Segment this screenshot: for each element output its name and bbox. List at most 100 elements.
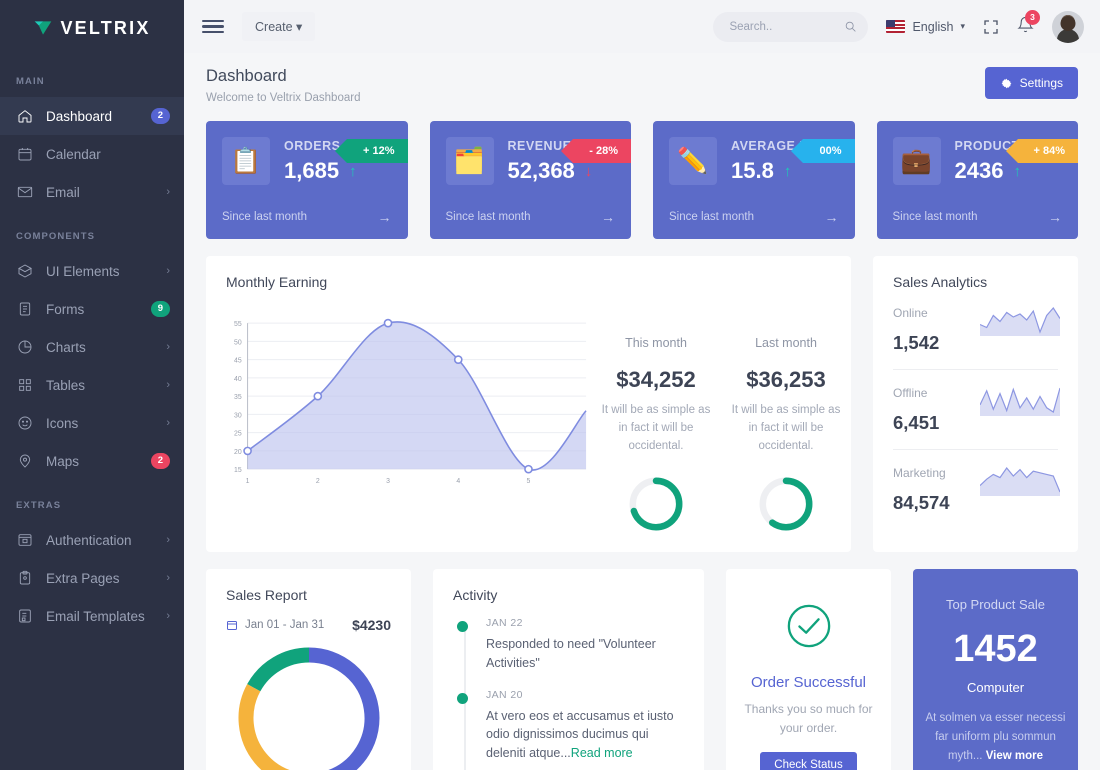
stat-badge: - 28% [561, 139, 631, 163]
fullscreen-icon[interactable] [983, 19, 999, 35]
chevron-right-icon: › [166, 417, 170, 429]
user-avatar[interactable] [1052, 10, 1084, 43]
sidebar-item-email-templates[interactable]: Email Templates › [0, 597, 184, 635]
top-product-number: 1452 [953, 628, 1038, 670]
calendar-icon [16, 146, 33, 163]
sidebar-item-icons[interactable]: Icons › [0, 404, 184, 442]
stat-card-product-sold[interactable]: + 84%💼PRODUCT SOLD2436↑Since last month→ [876, 121, 1078, 239]
sidebar-item-label: Extra Pages [46, 570, 120, 586]
chevron-right-icon: › [166, 341, 170, 353]
this-month-donut [629, 477, 683, 531]
box-icon [16, 263, 33, 280]
stat-footer-label: Since last month [222, 211, 308, 223]
chevron-right-icon: › [166, 265, 170, 277]
this-month-desc: It will be as simple as in fact it will … [601, 404, 711, 452]
sidebar: VELTRIX MAIN Dashboard 2 Calendar Email › COMP… [0, 0, 184, 770]
trend-up-icon: ↑ [1013, 162, 1021, 180]
sidebar-item-label: Authentication [46, 532, 132, 548]
read-more-link[interactable]: Read more [571, 746, 633, 760]
stat-badge-label: 00% [819, 145, 842, 157]
last-month-desc: It will be as simple as in fact it will … [731, 404, 841, 452]
sidebar-item-email[interactable]: Email › [0, 173, 184, 211]
stat-card-revenue[interactable]: - 28% 🗂️ REVENUE 52,368 ↓ Since last month → [429, 121, 631, 239]
monthly-earning-chart: 15 20 25 30 35 40 45 50 55 1 2 3 4 5 [206, 290, 591, 586]
pages-icon [16, 570, 33, 587]
activity-title: Activity [453, 587, 498, 603]
sales-report-title: Sales Report [226, 587, 307, 603]
orders-icon: 📋 [222, 137, 270, 185]
price-icon: ✏️ [669, 137, 717, 185]
sidebar-item-label: Icons [46, 415, 79, 431]
sidebar-item-badge: 2 [150, 108, 170, 124]
chevron-right-icon: › [166, 379, 170, 391]
notifications-button[interactable]: 3 [1017, 9, 1040, 39]
topbar-right: English ▾ 3 [713, 9, 1084, 43]
sidebar-item-tables[interactable]: Tables › [0, 366, 184, 404]
page-title: Dashboard [206, 67, 287, 85]
brand-logo[interactable]: VELTRIX [0, 0, 184, 56]
last-month-column: Last month $36,253 It will be as simple … [721, 336, 851, 586]
auth-icon [16, 532, 33, 549]
sidebar-item-ui-elements[interactable]: UI Elements › [0, 252, 184, 290]
product-icon: 💼 [892, 137, 941, 185]
stat-card-orders[interactable]: + 12% 📋 ORDERS 1,685 ↑ Since last month → [206, 121, 408, 239]
analytics-sparkline [980, 467, 1060, 496]
arrow-right-icon[interactable]: → [378, 209, 392, 225]
menu-toggle-icon[interactable] [202, 16, 224, 37]
svg-text:15: 15 [234, 467, 242, 474]
sidebar-item-badge: 9 [150, 301, 170, 317]
arrow-right-icon[interactable]: → [1048, 209, 1062, 225]
page-header: Dashboard Welcome to Veltrix Dashboard S… [184, 53, 1100, 104]
arrow-right-icon[interactable]: → [601, 209, 615, 225]
activity-item: JAN 20 At vero eos et accusamus et iusto … [457, 689, 684, 770]
arrow-right-icon[interactable]: → [825, 209, 839, 225]
veltrix-mark-icon [35, 21, 52, 35]
search-container [713, 11, 869, 42]
sidebar-item-label: Email [46, 184, 80, 200]
stat-value: 15.8 [731, 158, 774, 183]
email-template-icon [16, 608, 33, 625]
create-button[interactable]: Create ▾ [242, 12, 316, 41]
sidebar-item-dashboard[interactable]: Dashboard 2 [0, 97, 184, 135]
settings-label: Settings [1019, 76, 1063, 90]
sidebar-item-calendar[interactable]: Calendar [0, 135, 184, 173]
activity-date: JAN 20 [486, 688, 523, 701]
trend-up-icon: ↑ [783, 162, 792, 180]
chevron-right-icon: › [166, 186, 170, 198]
svg-text:30: 30 [234, 412, 242, 419]
settings-button[interactable]: Settings [984, 67, 1078, 99]
sales-report-card: Sales Report Jan 01 - Jan 31 $4230 [206, 569, 411, 770]
stat-value: 2436 [954, 158, 1004, 183]
smiley-icon [16, 415, 33, 432]
us-flag-icon [886, 20, 906, 33]
monthly-earning-title: Monthly Earning [226, 274, 328, 290]
svg-text:2: 2 [316, 478, 320, 485]
stat-card-average-price[interactable]: 00% ✏️ AVERAGE PRICE 15.8 ↑ Since last month → [653, 121, 855, 239]
sidebar-item-extra-pages[interactable]: Extra Pages › [0, 559, 184, 597]
sales-report-daterange[interactable]: Jan 01 - Jan 31 [226, 619, 324, 631]
sidebar-item-label: Dashboard [46, 108, 113, 124]
order-status-card: Order Successful Thanks you so much for … [726, 569, 891, 770]
order-title: Order Successful [750, 674, 867, 691]
activity-date: JAN 22 [486, 617, 523, 629]
sidebar-item-maps[interactable]: Maps 2 [0, 442, 184, 480]
check-circle-icon [787, 604, 830, 648]
svg-text:35: 35 [234, 394, 242, 401]
form-icon [16, 301, 33, 318]
search-icon[interactable] [844, 20, 857, 33]
svg-text:3: 3 [386, 478, 390, 485]
view-more-link[interactable]: View more [986, 750, 1043, 762]
grid-icon [16, 377, 33, 394]
this-month-label: This month [625, 336, 687, 350]
check-status-button[interactable]: Check Status [760, 752, 857, 770]
create-label: Create [255, 20, 293, 34]
sidebar-item-forms[interactable]: Forms 9 [0, 290, 184, 328]
map-pin-icon [16, 453, 33, 470]
sidebar-item-authentication[interactable]: Authentication › [0, 521, 184, 559]
sidebar-item-charts[interactable]: Charts › [0, 328, 184, 366]
language-selector[interactable]: English ▾ [886, 20, 965, 34]
sidebar-section-label: MAIN [16, 76, 45, 87]
page-subtitle: Welcome to Veltrix Dashboard [206, 92, 361, 104]
stat-footer-label: Since last month [892, 211, 978, 223]
svg-text:20: 20 [234, 449, 242, 456]
